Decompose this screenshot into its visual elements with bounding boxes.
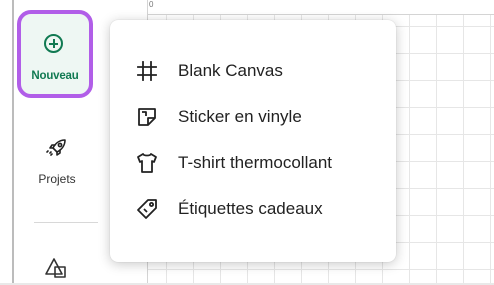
sidebar-divider xyxy=(34,222,98,223)
ruler-zero-label: 0 xyxy=(149,0,154,9)
sidebar-edge xyxy=(12,0,14,283)
menu-item-blank-canvas[interactable]: Blank Canvas xyxy=(110,48,396,94)
new-project-menu: Blank Canvas Sticker en vinyle T-shirt t… xyxy=(110,20,396,262)
menu-item-iron-on-tshirt[interactable]: T-shirt thermocollant xyxy=(110,140,396,186)
projects-button[interactable]: Projets xyxy=(24,130,90,190)
rocket-icon xyxy=(45,136,69,165)
tag-icon xyxy=(136,198,158,220)
menu-item-label: T-shirt thermocollant xyxy=(178,153,332,172)
ruler-top xyxy=(140,0,494,15)
menu-item-gift-tags[interactable]: Étiquettes cadeaux xyxy=(110,186,396,232)
app-window: 0 Nouveau Projets Blank Canvas Sticker e… xyxy=(0,0,494,283)
menu-item-label: Sticker en vinyle xyxy=(178,107,302,126)
plus-circle-icon xyxy=(44,34,63,53)
hash-grid-icon xyxy=(136,60,158,82)
menu-item-label: Blank Canvas xyxy=(178,61,283,80)
new-project-button[interactable]: Nouveau xyxy=(17,10,93,98)
menu-item-label: Étiquettes cadeaux xyxy=(178,199,323,218)
sticker-icon xyxy=(136,106,158,128)
menu-item-vinyl-sticker[interactable]: Sticker en vinyle xyxy=(110,94,396,140)
projects-label: Projets xyxy=(38,172,76,186)
new-project-label: Nouveau xyxy=(31,70,79,82)
shapes-icon[interactable] xyxy=(44,256,68,285)
tshirt-icon xyxy=(136,152,158,174)
